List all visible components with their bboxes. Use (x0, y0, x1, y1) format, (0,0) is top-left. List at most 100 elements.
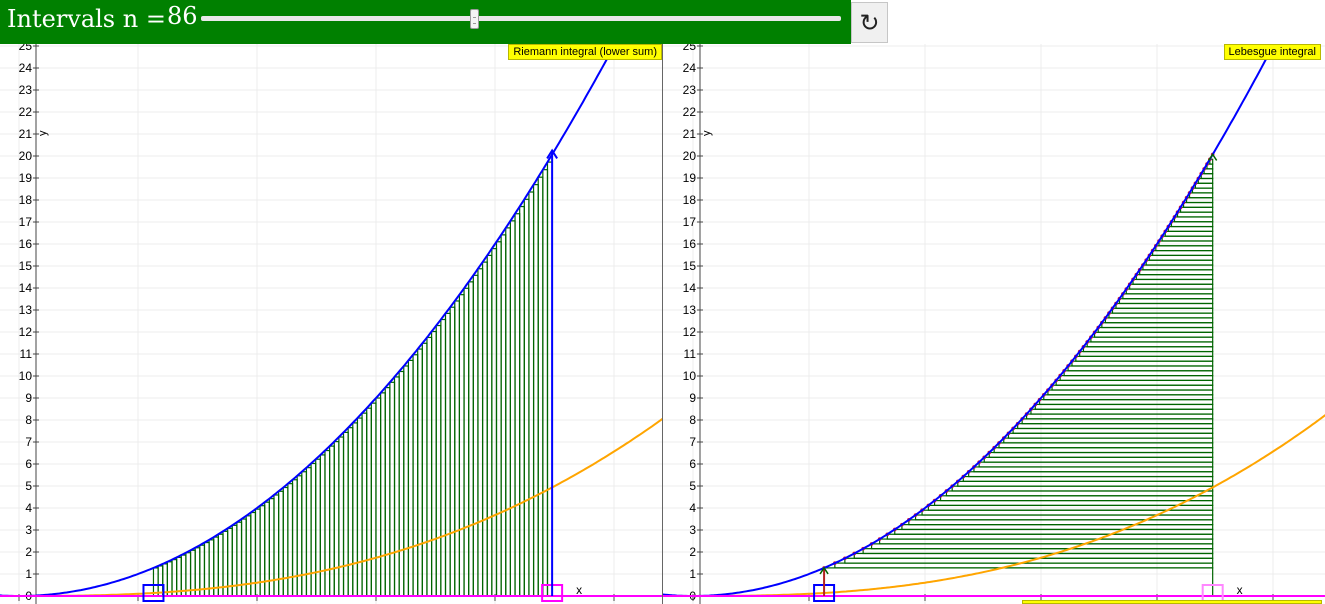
y-tick-label: 14 (19, 281, 33, 295)
riemann-bar (500, 234, 507, 597)
lebesgue-strip (1164, 230, 1214, 237)
y-tick-label: 4 (689, 501, 696, 515)
lebesgue-strip (1122, 293, 1214, 300)
y-tick-label: 3 (25, 523, 32, 537)
intervals-slider-thumb[interactable] (470, 9, 480, 29)
y-tick-label: 23 (683, 83, 697, 97)
riemann-bar (528, 191, 535, 597)
lebesgue-strip (1025, 413, 1214, 420)
riemann-bar (352, 422, 359, 597)
y-tick-label: 9 (689, 391, 696, 405)
lebesgue-strip (908, 519, 1214, 526)
riemann-bar (333, 440, 340, 597)
riemann-bar (380, 392, 386, 597)
y-tick-label: 6 (25, 457, 32, 471)
lebesgue-strip (1197, 177, 1214, 184)
y-tick-label: 15 (683, 259, 697, 273)
y-tick-label: 1 (689, 567, 696, 581)
lebesgue-strip (921, 509, 1214, 516)
lebesgue-strip (1075, 355, 1214, 362)
riemann-bar (481, 261, 488, 597)
y-tick-label: 20 (683, 149, 697, 163)
riemann-bar (472, 274, 479, 597)
lebesgue-strip (1017, 423, 1214, 430)
lebesgue-strip (1086, 341, 1214, 348)
y-tick-label: 9 (25, 391, 32, 405)
intervals-slider-track[interactable] (201, 16, 841, 21)
y-tick-label: 24 (19, 61, 33, 75)
y-tick-label: 8 (25, 413, 32, 427)
riemann-bar (444, 312, 451, 597)
lebesgue-strip (962, 475, 1214, 482)
y-tick-label: 10 (683, 369, 697, 383)
lebesgue-strip (973, 466, 1214, 473)
lebesgue-strip (933, 500, 1214, 507)
riemann-bar (509, 220, 516, 597)
y-tick-label: 13 (683, 303, 697, 317)
y-tick-label: 12 (19, 325, 33, 339)
y-tick-label: 15 (19, 259, 33, 273)
rotate-icon: ↻ (859, 8, 880, 37)
y-tick-label: 21 (683, 127, 697, 141)
lebesgue-strip (1071, 360, 1214, 367)
riemann-caption: Riemann integral (lower sum) (508, 44, 662, 60)
riemann-bar (315, 458, 321, 597)
y-tick-label: 11 (684, 347, 697, 361)
lebesgue-strip (1176, 211, 1214, 218)
y-axis-label: y (37, 130, 49, 136)
y-tick-label: 18 (19, 193, 33, 207)
refresh-button[interactable]: ↻ (851, 2, 888, 43)
lebesgue-strip (978, 461, 1214, 468)
riemann-bar (366, 407, 372, 597)
lebesgue-strip (1125, 288, 1214, 295)
riemann-bar (278, 490, 284, 597)
riemann-bar (356, 417, 363, 597)
y-tick-label: 23 (19, 83, 33, 97)
lebesgue-strip (1051, 384, 1214, 391)
y-tick-label: 17 (19, 215, 33, 229)
y-tick-label: 5 (689, 479, 696, 493)
riemann-bar (301, 471, 308, 597)
lebesgue-strip (1055, 379, 1214, 386)
lebesgue-strip (862, 548, 1214, 555)
riemann-bar (417, 348, 423, 597)
lebesgue-strip (993, 447, 1214, 454)
lebesgue-strip (1118, 298, 1214, 305)
riemann-bar (505, 227, 512, 597)
lebesgue-strip (939, 495, 1214, 502)
lebesgue-strip (1167, 225, 1214, 232)
function-curve (663, 44, 1276, 597)
y-tick-label: 10 (19, 369, 33, 383)
riemann-graph-panel[interactable]: 0123456789101112131415161718192021222324… (0, 44, 662, 604)
lebesgue-strip (957, 480, 1214, 487)
lebesgue-strip (1030, 408, 1214, 415)
grid (0, 44, 662, 604)
riemann-bar (532, 184, 539, 597)
y-tick-label: 4 (25, 501, 32, 515)
riemann-bar (421, 342, 428, 597)
riemann-bar (458, 294, 465, 597)
lebesgue-strip (1047, 389, 1214, 396)
riemann-bar (347, 427, 354, 597)
lebesgue-strip (1158, 240, 1214, 247)
lebesgue-strip (1148, 254, 1214, 261)
y-tick-label: 11 (20, 347, 33, 361)
lebesgue-strip (1007, 432, 1214, 439)
y-tick-label: 2 (25, 545, 32, 559)
lebesgue-strip (1173, 216, 1214, 223)
lebesgue-strip (1188, 192, 1214, 199)
lebesgue-strip (1145, 259, 1214, 266)
y-tick-label: 17 (683, 215, 697, 229)
lebesgue-strip (988, 451, 1214, 458)
intervals-control-bar: Intervals n = 86 (0, 0, 851, 44)
lebesgue-strip (914, 514, 1214, 521)
lebesgue-strip (1182, 201, 1214, 208)
y-tick-label: 12 (683, 325, 697, 339)
lebesgue-strip (853, 552, 1214, 559)
y-tick-label: 3 (689, 523, 696, 537)
y-tick-label: 7 (689, 435, 696, 449)
riemann-bar (384, 387, 391, 597)
lebesgue-graph-panel[interactable]: 0123456789101112131415161718192021222324… (663, 44, 1325, 604)
riemann-bar (361, 412, 368, 597)
y-tick-label: 2 (689, 545, 696, 559)
